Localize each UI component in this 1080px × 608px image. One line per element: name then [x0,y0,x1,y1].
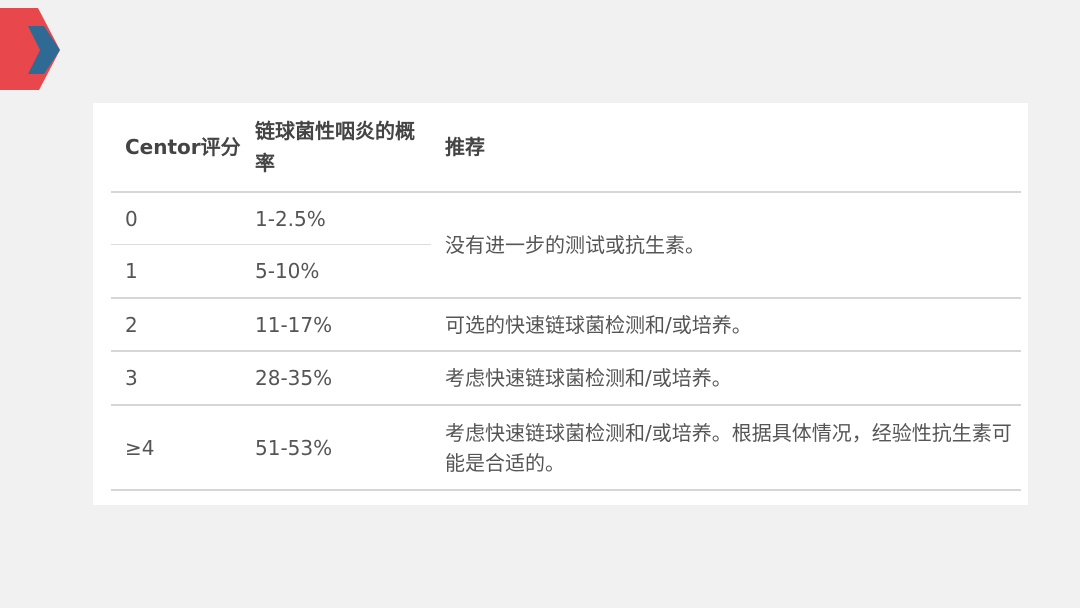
probability-cell: 28-35% [241,351,431,406]
score-cell: ≥4 [111,405,241,491]
probability-cell: 11-17% [241,298,431,352]
table-header-row: Centor评分 链球菌性咽炎的概率 推荐 [111,103,1021,193]
table-row: 0 1-2.5% 没有进一步的测试或抗生素。 [111,192,1021,299]
header-recommendation: 推荐 [431,103,1021,193]
score-cell: 0 [111,192,241,245]
recommendation-cell: 考虑快速链球菌检测和/或培养。根据具体情况，经验性抗生素可能是合适的。 [431,405,1021,491]
table-row: 2 11-17% 可选的快速链球菌检测和/或培养。 [111,298,1021,352]
header-strep-probability: 链球菌性咽炎的概率 [241,103,431,193]
probability-cell: 51-53% [241,405,431,491]
content-card: Centor评分 链球菌性咽炎的概率 推荐 0 1-2.5% 没有进一步的测试或… [93,103,1028,505]
score-cell: 3 [111,351,241,406]
probability-cell: 1-2.5% [241,192,431,245]
recommendation-cell: 没有进一步的测试或抗生素。 [431,192,1021,299]
table-row: ≥4 51-53% 考虑快速链球菌检测和/或培养。根据具体情况，经验性抗生素可能… [111,405,1021,491]
table-row: 3 28-35% 考虑快速链球菌检测和/或培养。 [111,351,1021,406]
recommendation-cell: 可选的快速链球菌检测和/或培养。 [431,298,1021,352]
chevron-arrow-decoration [0,8,60,90]
score-cell: 2 [111,298,241,352]
recommendation-cell: 考虑快速链球菌检测和/或培养。 [431,351,1021,406]
centor-score-table: Centor评分 链球菌性咽炎的概率 推荐 0 1-2.5% 没有进一步的测试或… [111,103,1021,491]
header-centor-score: Centor评分 [111,103,241,193]
probability-cell: 5-10% [241,244,431,299]
score-cell: 1 [111,244,241,299]
